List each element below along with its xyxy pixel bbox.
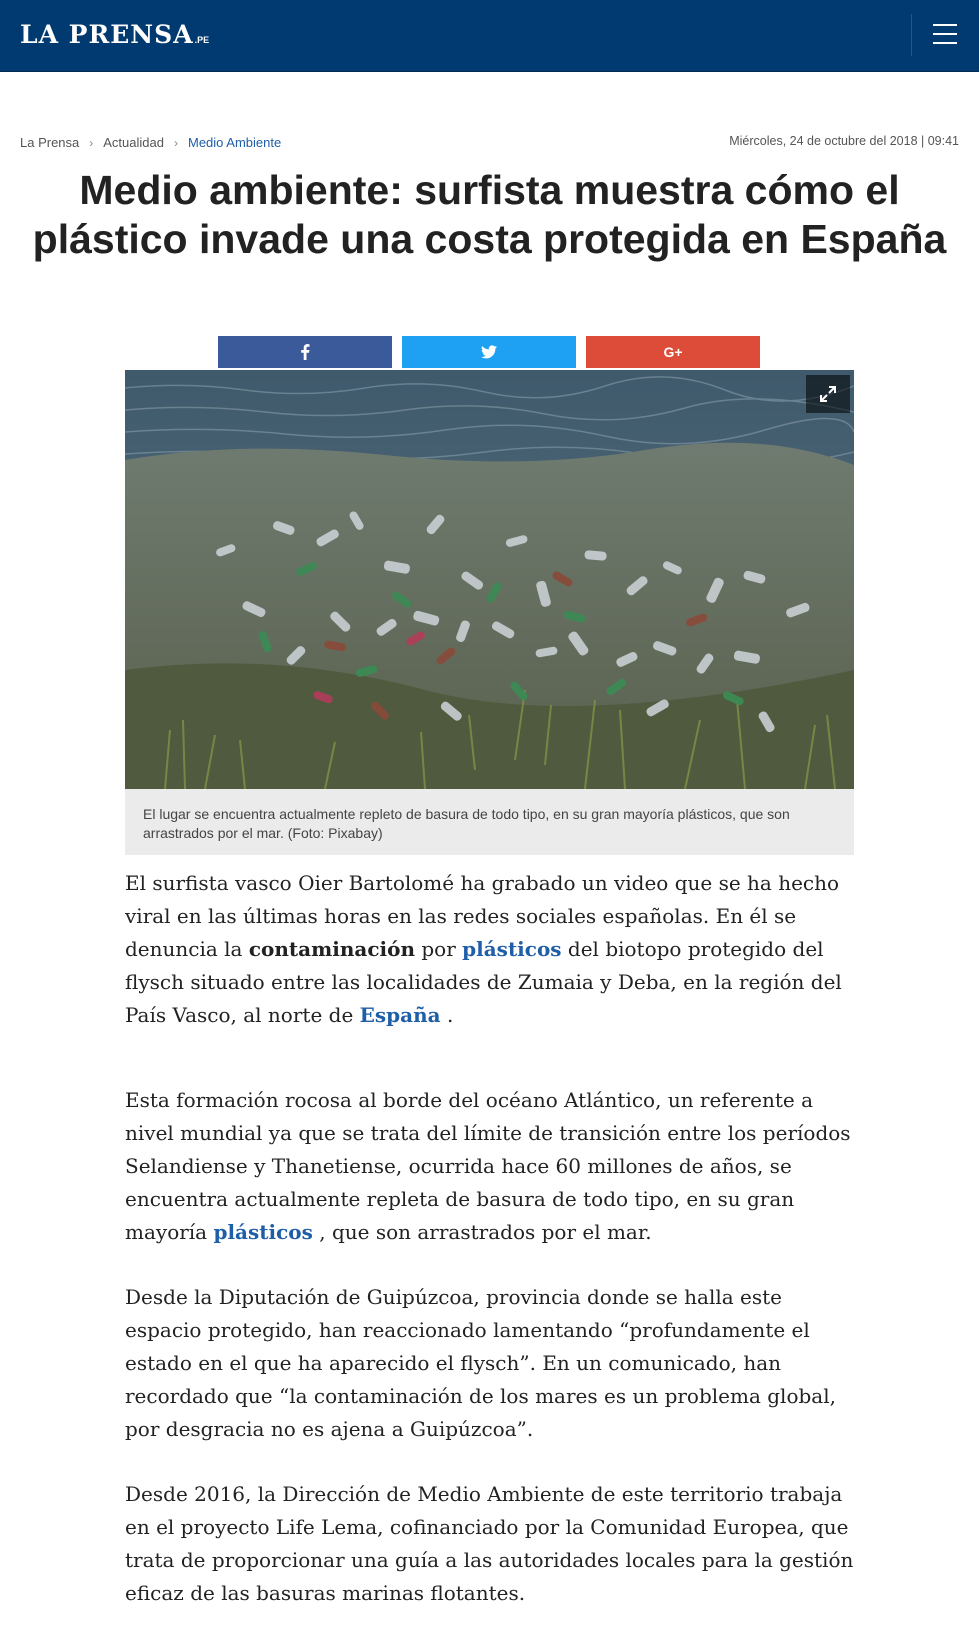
facebook-icon [301,344,310,360]
share-facebook-button[interactable] [218,336,392,368]
chevron-right-icon: › [173,136,178,150]
breadcrumb-item-actualidad[interactable]: Actualidad [103,135,164,150]
image-caption: El lugar se encuentra actualmente replet… [125,789,854,855]
expand-image-button[interactable] [806,375,850,413]
article-paragraph-3: Desde la Diputación de Guipúzcoa, provin… [125,1285,836,1441]
article-image[interactable] [125,370,854,789]
breadcrumb-item-la-prensa[interactable]: La Prensa [20,135,79,150]
article-paragraph-4: Desde 2016, la Dirección de Medio Ambien… [125,1482,854,1605]
hamburger-menu-icon[interactable] [933,24,957,44]
breadcrumb-item-medio-ambiente[interactable]: Medio Ambiente [188,135,281,150]
article-paragraph-1: El surfista vasco Oier Bartolomé ha grab… [125,871,842,1027]
site-header: LA PRENSA.PE [0,0,979,72]
header-divider [911,14,912,56]
link-plasticos[interactable]: plásticos [462,937,561,961]
share-google-plus-button[interactable]: G+ [586,336,760,368]
breadcrumb: La Prensa › Actualidad › Medio Ambiente [20,135,281,151]
plastic-shoreline-image [125,370,854,789]
publish-date: Miércoles, 24 de octubre del 2018 | 09:4… [729,134,959,148]
article-paragraph-2: Esta formación rocosa al borde del océan… [125,1088,851,1244]
expand-icon [820,386,836,402]
link-espana[interactable]: España [360,1003,441,1027]
twitter-icon [481,345,497,359]
link-plasticos-2[interactable]: plásticos [213,1220,312,1244]
chevron-right-icon: › [89,136,94,150]
bold-text: contaminación [248,937,416,961]
logo-text: LA PRENSA [20,20,194,49]
share-twitter-button[interactable] [402,336,576,368]
site-logo[interactable]: LA PRENSA.PE [20,20,209,55]
logo-suffix: .PE [194,35,210,45]
article-title: Medio ambiente: surfista muestra cómo el… [32,167,947,262]
google-plus-icon: G+ [663,344,683,360]
